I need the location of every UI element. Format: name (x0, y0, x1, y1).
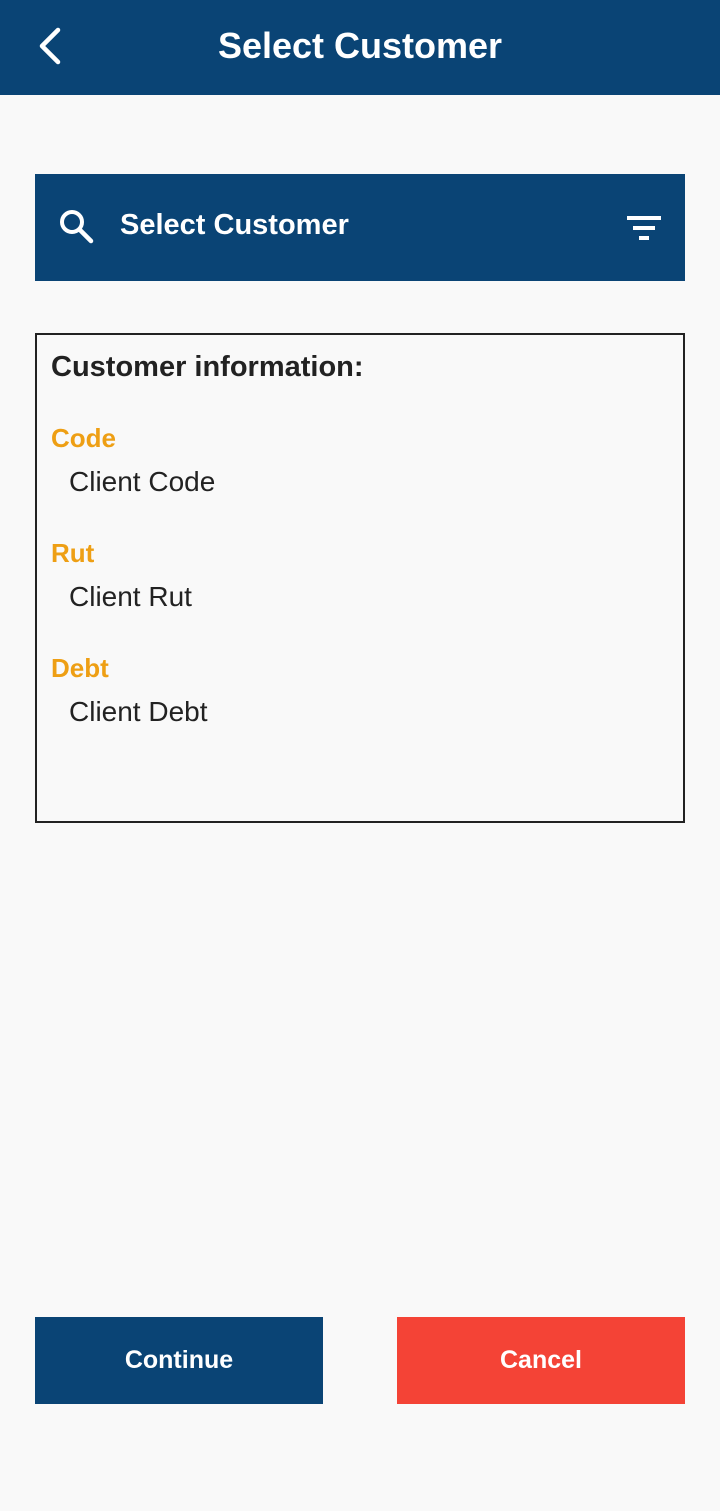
code-value: Client Code (69, 466, 216, 497)
cancel-button[interactable]: Cancel (397, 1317, 685, 1404)
search-label[interactable]: Select Customer (120, 200, 349, 250)
customer-info-heading: Customer information: (51, 351, 364, 383)
page-title: Select Customer (217, 25, 503, 66)
continue-button[interactable]: Continue (35, 1317, 323, 1404)
debt-value: Client Debt (69, 696, 208, 727)
rut-label: Rut (51, 538, 95, 568)
search-icon (60, 210, 94, 244)
debt-label: Debt (51, 653, 109, 683)
rut-value: Client Rut (69, 581, 192, 612)
code-label: Code (51, 423, 116, 453)
filter-icon[interactable] (624, 212, 664, 244)
